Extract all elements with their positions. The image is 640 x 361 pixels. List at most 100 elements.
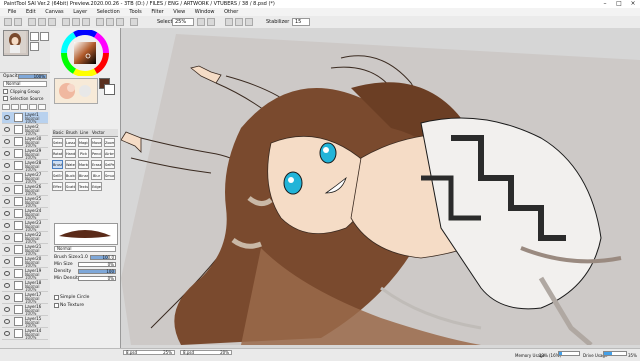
menu-edit[interactable]: Edit xyxy=(26,8,36,16)
visibility-eye-icon[interactable] xyxy=(4,331,10,336)
tab-line[interactable]: Line xyxy=(80,130,88,135)
menu-canvas[interactable]: Canvas xyxy=(45,8,63,16)
new-folder-icon[interactable] xyxy=(20,104,28,110)
visibility-eye-icon[interactable] xyxy=(4,283,10,288)
visibility-eye-icon[interactable] xyxy=(4,211,10,216)
navigator-thumbnail[interactable] xyxy=(3,30,29,56)
layer-opacity-slider[interactable]: 100% xyxy=(18,74,47,79)
canvas-area[interactable] xyxy=(121,28,640,345)
color-palette[interactable] xyxy=(54,78,98,104)
tool-selpen[interactable]: SelPen xyxy=(104,160,115,169)
stabilizer-select[interactable]: 15 xyxy=(292,18,310,26)
rotate-zero-icon[interactable] xyxy=(245,18,253,26)
selection-source-checkbox[interactable] xyxy=(3,96,8,101)
visibility-eye-icon[interactable] xyxy=(4,151,10,156)
tab-brush[interactable]: Brush xyxy=(66,130,78,135)
layer-row[interactable]: Layer2 Normal 100% xyxy=(2,124,48,136)
undo-icon[interactable] xyxy=(4,18,12,26)
close-icon[interactable]: × xyxy=(626,0,640,8)
tool-effect[interactable]: Effect xyxy=(52,182,63,191)
layer-row[interactable]: Layer23 Normal 100% xyxy=(2,220,48,232)
visibility-eye-icon[interactable] xyxy=(4,127,10,132)
tool-marker[interactable]: Marker xyxy=(78,160,89,169)
tool-brush[interactable]: Brush xyxy=(52,160,63,169)
visibility-eye-icon[interactable] xyxy=(4,319,10,324)
visibility-eye-icon[interactable] xyxy=(4,247,10,252)
layer-row[interactable]: Layer17 Normal 100% xyxy=(2,292,48,304)
simple-circle-checkbox[interactable] xyxy=(54,295,59,300)
layer-row[interactable]: Layer15 Normal 100% xyxy=(2,316,48,328)
tab-basic[interactable]: Basic xyxy=(53,130,64,135)
visibility-eye-icon[interactable] xyxy=(4,175,10,180)
nav-zoom-in-icon[interactable] xyxy=(30,32,39,41)
menu-window[interactable]: Window xyxy=(195,8,215,16)
menu-other[interactable]: Other xyxy=(224,8,238,16)
layer-row[interactable]: Layer20 Normal 100% xyxy=(2,256,48,268)
deselect-icon[interactable] xyxy=(28,18,36,26)
menu-file[interactable]: File xyxy=(8,8,16,16)
layer-row[interactable]: Layer16 Normal 100% xyxy=(2,304,48,316)
tool-water[interactable]: Water xyxy=(65,160,76,169)
visibility-eye-icon[interactable] xyxy=(4,271,10,276)
visibility-eye-icon[interactable] xyxy=(4,199,10,204)
rotate-right-icon[interactable] xyxy=(106,18,114,26)
new-layer-icon[interactable] xyxy=(2,104,10,110)
tool-texture[interactable]: Texture xyxy=(78,182,89,191)
tool-bucket[interactable]: Bucket xyxy=(65,171,76,180)
new-linework-icon[interactable] xyxy=(11,104,19,110)
tool-rotate[interactable]: Rotate xyxy=(52,149,63,158)
tool-blur[interactable]: Blur xyxy=(91,171,102,180)
zoom-plus-icon[interactable] xyxy=(207,18,215,26)
visibility-eye-icon[interactable] xyxy=(4,307,10,312)
color-wheel-icon[interactable] xyxy=(55,30,115,76)
menu-selection[interactable]: Selection xyxy=(97,8,120,16)
tool-lasso[interactable]: Lasso xyxy=(65,138,76,147)
doc-tab-2[interactable]: 8.psd 20% xyxy=(180,350,232,355)
menu-tools[interactable]: Tools xyxy=(129,8,141,16)
blend-mode-select[interactable]: Normal xyxy=(3,81,47,87)
tool-scatter[interactable]: Scatter xyxy=(65,182,76,191)
tool-pencil[interactable]: Pencil xyxy=(91,149,102,158)
layer-row[interactable]: Layer28 Normal 100% xyxy=(2,160,48,172)
layer-row[interactable]: Layer29 Normal 100% xyxy=(2,148,48,160)
layer-row[interactable]: Layer1 Normal 100% xyxy=(2,112,48,124)
tool-smudge[interactable]: Smudge xyxy=(104,171,115,180)
layer-row[interactable]: Layer25 Normal 100% xyxy=(2,196,48,208)
layer-row[interactable]: Layer26 Normal 100% xyxy=(2,184,48,196)
zoom-minus-icon[interactable] xyxy=(197,18,205,26)
invert-selection-icon[interactable] xyxy=(38,18,46,26)
tool-hand[interactable]: Hand xyxy=(65,149,76,158)
tool-binary[interactable]: Binary xyxy=(78,171,89,180)
tool-magic[interactable]: Magic xyxy=(78,138,89,147)
tool-pick[interactable]: Pick xyxy=(78,149,89,158)
tool-zoom[interactable]: Zoom xyxy=(104,138,115,147)
visibility-eye-icon[interactable] xyxy=(4,235,10,240)
min-size-slider[interactable]: 0% xyxy=(78,262,116,267)
zoom-out-icon[interactable] xyxy=(62,18,70,26)
layer-row[interactable]: Layer22 Normal 100% xyxy=(2,232,48,244)
brush-size-slider[interactable]: 100.0 xyxy=(90,255,116,260)
layer-row[interactable]: Layer27 Normal 100% xyxy=(2,172,48,184)
layer-row[interactable]: Layer30 Normal 100% xyxy=(2,136,48,148)
rotate-reset-icon[interactable] xyxy=(116,18,124,26)
maximize-icon[interactable]: □ xyxy=(612,0,626,8)
secondary-color-swatch[interactable] xyxy=(104,84,115,95)
layer-row[interactable]: Layer21 Normal 100% xyxy=(2,244,48,256)
tool-move[interactable]: Move xyxy=(91,138,102,147)
no-texture-checkbox[interactable] xyxy=(54,303,59,308)
visibility-eye-icon[interactable] xyxy=(4,139,10,144)
visibility-eye-icon[interactable] xyxy=(4,295,10,300)
tool-airbrush[interactable]: Airbrush xyxy=(104,149,115,158)
artwork-canvas[interactable] xyxy=(121,28,640,345)
brush-mode-select[interactable]: Normal xyxy=(54,246,116,252)
delete-layer-icon[interactable] xyxy=(38,104,46,110)
redo-icon[interactable] xyxy=(14,18,22,26)
tab-vector[interactable]: Vector xyxy=(92,130,105,135)
visibility-eye-icon[interactable] xyxy=(4,259,10,264)
flip-horizontal-icon[interactable] xyxy=(130,18,138,26)
nav-zoom-out-icon[interactable] xyxy=(30,42,39,51)
menu-layer[interactable]: Layer xyxy=(73,8,87,16)
doc-tab-1[interactable]: 8.psd 25% xyxy=(123,350,175,355)
zoom-in-icon[interactable] xyxy=(72,18,80,26)
visibility-eye-icon[interactable] xyxy=(4,163,10,168)
